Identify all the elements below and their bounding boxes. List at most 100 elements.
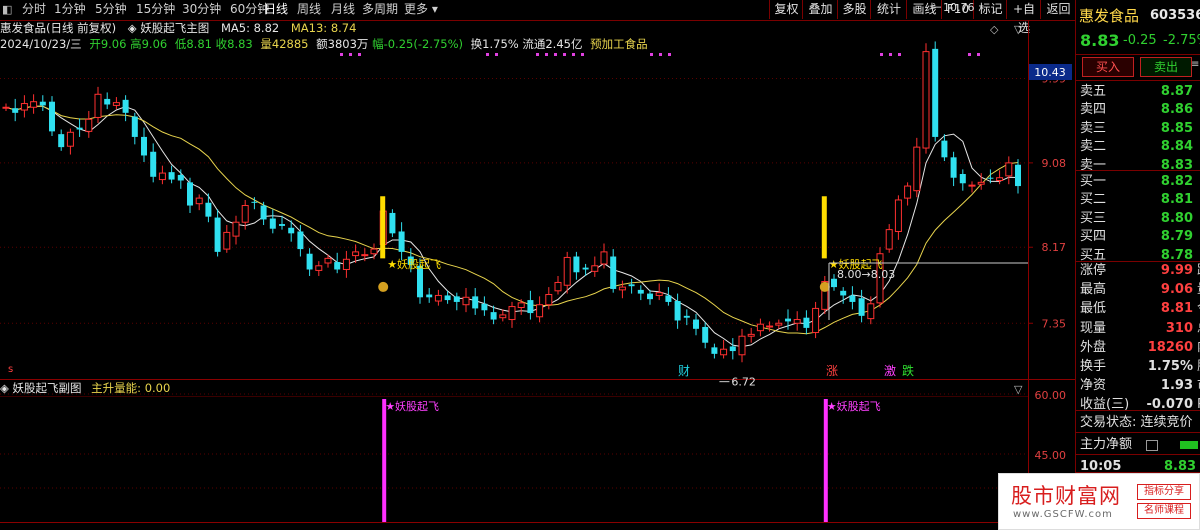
sub-volume-bar <box>823 399 828 522</box>
candle-body <box>922 51 930 149</box>
quote-label: 买四 <box>1080 229 1107 245</box>
candle-body <box>141 136 147 156</box>
candle-body <box>618 286 626 291</box>
stat-row: 涨停9.99跌 <box>1076 262 1200 280</box>
ask-row[interactable]: 卖五 8.87 <box>1076 83 1200 101</box>
bid-row[interactable]: 买一 8.82 <box>1076 173 1200 191</box>
candle-body <box>563 256 571 286</box>
watermark-tag: 指标分享 <box>1137 484 1191 500</box>
signal-dot <box>889 53 892 56</box>
candle-body <box>904 185 912 199</box>
signal-dot <box>495 53 498 56</box>
candle-body <box>665 295 672 302</box>
candle-body <box>508 306 516 321</box>
bid-row[interactable]: 买二 8.81 <box>1076 191 1200 209</box>
candle-body <box>785 318 791 322</box>
ask-row[interactable]: 卖二 8.84 <box>1076 138 1200 156</box>
candle-body <box>655 292 663 296</box>
quote-panel: 惠发食品 603536 8.83 -0.25 -2.75% 卖五 8.87 卖四 8.… <box>1075 0 1200 530</box>
quote-label: 买三 <box>1080 210 1107 226</box>
chart-marker: 激 <box>884 364 896 378</box>
quote-value: 8.80 <box>1160 210 1193 226</box>
candle-body <box>85 118 93 132</box>
candle-body <box>158 172 166 181</box>
candle-body <box>683 315 690 318</box>
ask-row[interactable]: 卖一 8.83 <box>1076 157 1200 175</box>
bid-row[interactable]: 买四 8.79 <box>1076 228 1200 246</box>
candle-body <box>279 224 285 226</box>
candle-body <box>490 312 497 320</box>
candle-body <box>738 335 746 356</box>
candle-body <box>977 181 985 185</box>
candle-body <box>756 323 764 332</box>
stat-value: 1.75% <box>1147 359 1193 374</box>
candle-body <box>840 290 847 296</box>
sub-chart-info: ◈ 妖股起飞副图 主升量能: 0.00 <box>0 380 170 396</box>
sub-indicator-chart: ★妖股起飞 ★妖股起飞 <box>382 399 881 522</box>
candle-body <box>131 116 138 137</box>
candle-body <box>104 98 111 105</box>
expand-icon: ▽ <box>1014 23 1023 36</box>
candle-body <box>720 348 728 356</box>
candle-body <box>674 301 681 321</box>
watermark-tag: 名师课程 <box>1137 503 1191 519</box>
signal-dot <box>880 53 883 56</box>
sub-indicator-name[interactable]: 妖股起飞副图 <box>13 381 82 395</box>
signal-dot <box>968 53 971 56</box>
candle-body <box>150 151 157 177</box>
stat-label: 现量 <box>1080 320 1107 336</box>
candle-body <box>324 257 332 264</box>
candle-body <box>1015 164 1021 187</box>
signal-label: ★妖股起飞 <box>387 257 441 271</box>
net-flow-row[interactable]: 主力净额 <box>1076 436 1200 454</box>
quote-label: 卖五 <box>1080 84 1107 99</box>
ask-row[interactable]: 卖三 8.85 <box>1076 120 1200 138</box>
price-indicator-label: 10.43 <box>1034 66 1066 79</box>
candle-body <box>996 177 1004 181</box>
stat-label: 最低 <box>1080 301 1107 317</box>
candle-body <box>214 217 221 252</box>
menu-icon[interactable]: ≡ <box>1191 59 1200 73</box>
candle-body <box>481 303 488 311</box>
buy-button[interactable]: 买入 <box>1082 57 1134 77</box>
candle-body <box>747 333 755 337</box>
stat-label: 最高 <box>1080 282 1107 298</box>
price-axis-label: 8.17 <box>1042 241 1067 254</box>
stat-value: 9.06 <box>1160 282 1193 298</box>
candle-body <box>2 106 10 109</box>
signal-dot <box>358 53 361 56</box>
candle-body <box>66 131 74 147</box>
sell-button[interactable]: 卖出 <box>1140 57 1192 77</box>
quote-value: 8.83 <box>1160 157 1193 173</box>
candle-body <box>315 265 323 271</box>
stat-row: 最高9.06量 <box>1076 281 1200 299</box>
bid-row[interactable]: 买三 8.80 <box>1076 210 1200 228</box>
candle-body <box>812 307 820 334</box>
stat-value: 18260 <box>1147 339 1193 355</box>
stat-label: 净资 <box>1080 378 1107 394</box>
chart-annotations: ★妖股起飞 ★妖股起飞10.766.728.00→8.03财涨激跌s◇ ▽▽ <box>8 1 1028 396</box>
candle-body <box>499 314 507 319</box>
net-flow-toggle-icon[interactable] <box>1146 440 1158 451</box>
stock-code: 603536 <box>1150 8 1200 23</box>
quote-label: 卖一 <box>1080 157 1107 173</box>
quote-label: 买二 <box>1080 192 1107 208</box>
candle-body <box>30 101 38 108</box>
candle-body <box>554 281 562 292</box>
ask-row[interactable]: 卖四 8.86 <box>1076 101 1200 119</box>
candle-body <box>342 258 350 270</box>
kline-chart[interactable]: 9.999.088.177.3510.4360.0045.0030.00 ★妖股… <box>0 0 1075 530</box>
net-flow-bar <box>1180 441 1198 449</box>
candle-body <box>472 296 479 309</box>
net-flow-label: 主力净额 <box>1080 437 1133 452</box>
signal-dot <box>650 53 653 56</box>
stat-label: 涨停 <box>1080 263 1107 278</box>
candle-body <box>610 256 617 289</box>
candle-body <box>941 140 948 158</box>
sub-settings-icon[interactable]: ◈ <box>0 381 9 395</box>
signal-dot <box>977 53 980 56</box>
stat-label: 外盘 <box>1080 339 1107 355</box>
stat-value: 9.99 <box>1160 263 1193 278</box>
candle-body <box>223 231 231 250</box>
quote-label: 卖四 <box>1080 102 1107 118</box>
